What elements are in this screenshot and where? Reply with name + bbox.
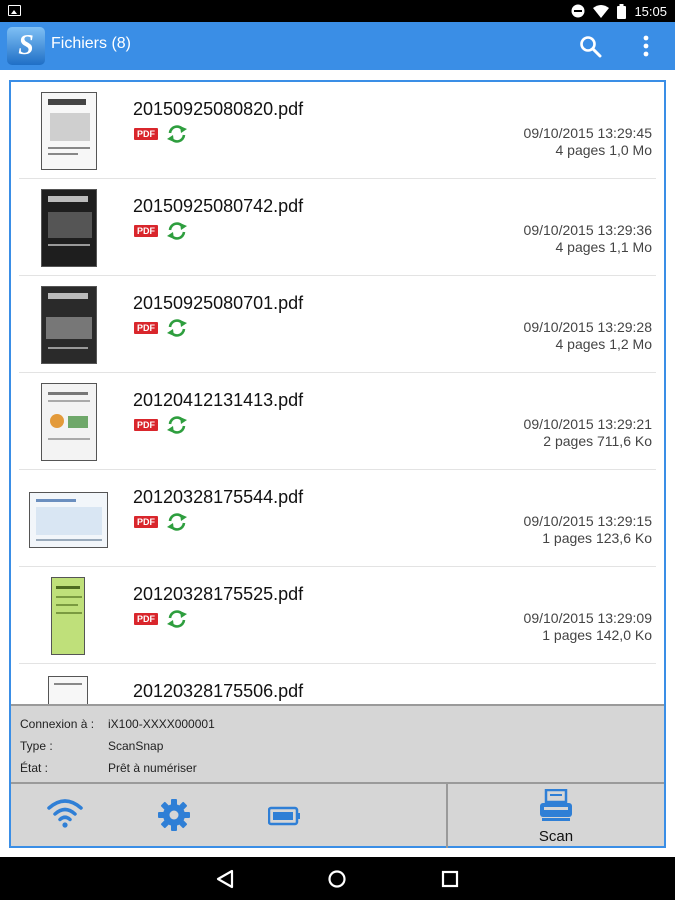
file-name: 20120328175506.pdf [133,681,304,701]
wifi-signal-icon [593,4,610,18]
type-label: Type : [20,739,53,753]
battery-icon [617,3,627,19]
document-thumbnail [41,92,97,170]
scanner-icon [540,789,572,821]
file-name: 20120328175544.pdf [133,487,304,507]
status-time: 15:05 [634,3,667,19]
scansnap-logo-icon[interactable]: S [7,27,45,65]
document-thumbnail [41,383,97,461]
state-label: État : [20,761,49,775]
page-title: Fichiers (8) [51,35,132,52]
file-meta: 4 pages 1,0 Mo [555,142,652,158]
file-list-item[interactable]: 20120328175525.pdf PDF 09/10/2015 13:29:… [19,567,656,664]
status-bar: 15:05 [0,0,675,22]
type-value: ScanSnap [108,739,164,753]
overflow-menu-icon[interactable] [638,34,654,58]
document-thumbnail [51,577,85,655]
device-battery-icon[interactable] [268,806,300,826]
logo-letter: S [18,30,34,61]
main-panel: 20150925080820.pdf PDF 09/10/2015 13:29:… [9,80,666,848]
pdf-badge: PDF [134,128,158,140]
scan-button[interactable]: Scan [448,784,664,848]
document-thumbnail [41,286,97,364]
state-value: Prêt à numériser [108,761,197,775]
file-date: 09/10/2015 13:29:09 [523,610,652,626]
file-meta: 2 pages 711,6 Ko [543,433,652,449]
file-name: 20150925080701.pdf [133,293,304,313]
file-name: 20150925080742.pdf [133,196,304,216]
wifi-icon[interactable] [47,798,83,828]
connection-value: iX100-XXXX000001 [108,717,215,731]
file-meta: 4 pages 1,1 Mo [555,239,652,255]
file-meta: 4 pages 1,2 Mo [555,336,652,352]
file-name: 20120412131413.pdf [133,390,304,410]
file-list-item[interactable]: 20120328175506.pdf [19,664,656,704]
file-date: 09/10/2015 13:29:28 [523,319,652,335]
scan-label: Scan [538,828,574,845]
file-name: 20120328175525.pdf [133,584,304,604]
home-icon[interactable] [327,869,347,889]
file-name: 20150925080820.pdf [133,99,304,119]
file-date: 09/10/2015 13:29:21 [523,416,652,432]
sync-icon [167,222,187,240]
connection-info-panel: Connexion à : iX100-XXXX000001 Type : Sc… [11,704,664,782]
file-meta: 1 pages 123,6 Ko [542,530,652,546]
file-date: 09/10/2015 13:29:45 [523,125,652,141]
pdf-badge: PDF [134,225,158,237]
sync-icon [167,610,187,628]
sync-icon [167,416,187,434]
bottom-toolbar: Scan [11,782,664,848]
file-list-item[interactable]: 20120328175544.pdf PDF 09/10/2015 13:29:… [19,470,656,567]
file-list-item[interactable]: 20120412131413.pdf PDF 09/10/2015 13:29:… [19,373,656,470]
file-list-item[interactable]: 20150925080742.pdf PDF 09/10/2015 13:29:… [19,179,656,276]
image-notification-icon [8,5,21,16]
app-bar: S Fichiers (8) [0,22,675,70]
file-date: 09/10/2015 13:29:15 [523,513,652,529]
file-list-item[interactable]: 20150925080701.pdf PDF 09/10/2015 13:29:… [19,276,656,373]
pdf-badge: PDF [134,419,158,431]
file-meta: 1 pages 142,0 Ko [542,627,652,643]
sync-icon [167,319,187,337]
document-thumbnail [48,676,88,704]
settings-gear-icon[interactable] [157,798,191,832]
connection-label: Connexion à : [20,717,95,731]
file-date: 09/10/2015 13:29:36 [523,222,652,238]
sync-icon [167,125,187,143]
pdf-badge: PDF [134,613,158,625]
document-thumbnail [29,492,108,548]
file-list[interactable]: 20150925080820.pdf PDF 09/10/2015 13:29:… [11,82,664,704]
search-icon[interactable] [578,34,602,58]
back-icon[interactable] [216,869,234,889]
document-thumbnail [41,189,97,267]
navigation-bar [0,857,675,900]
recent-apps-icon[interactable] [441,870,459,888]
do-not-disturb-icon [571,4,585,18]
pdf-badge: PDF [134,322,158,334]
sync-icon [167,513,187,531]
pdf-badge: PDF [134,516,158,528]
file-list-item[interactable]: 20150925080820.pdf PDF 09/10/2015 13:29:… [19,82,656,179]
